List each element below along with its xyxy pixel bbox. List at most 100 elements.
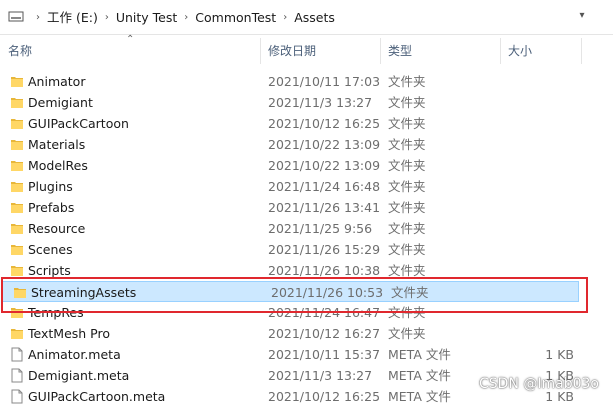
file-type: 文件夹 xyxy=(388,305,426,320)
file-date: 2021/11/26 15:29 xyxy=(268,242,381,257)
file-row[interactable]: Animator 2021/10/11 17:03 文件夹 xyxy=(0,71,580,92)
file-name[interactable]: Prefabs xyxy=(28,197,74,218)
breadcrumb-drive[interactable]: 工作 (E:) xyxy=(44,9,101,27)
file-date: 2021/11/25 9:56 xyxy=(268,221,373,236)
file-date: 2021/11/3 13:27 xyxy=(268,368,373,383)
file-type: 文件夹 xyxy=(388,74,426,89)
file-type: 文件夹 xyxy=(388,95,426,110)
breadcrumb: › 工作 (E:) › Unity Test › CommonTest › As… xyxy=(32,9,338,27)
file-type: META 文件 xyxy=(388,368,451,383)
chevron-right-icon[interactable]: › xyxy=(101,9,113,27)
file-row[interactable]: Materials 2021/10/22 13:09 文件夹 xyxy=(0,134,580,155)
file-type: 文件夹 xyxy=(391,285,429,300)
file-row[interactable]: Prefabs 2021/11/26 13:41 文件夹 xyxy=(0,197,580,218)
file-type: 文件夹 xyxy=(388,200,426,215)
column-divider[interactable] xyxy=(500,38,501,64)
column-type[interactable]: 类型 xyxy=(388,38,412,64)
folder-icon xyxy=(11,245,23,255)
folder-icon xyxy=(14,288,26,298)
file-name[interactable]: ModelRes xyxy=(28,155,88,176)
breadcrumb-assets[interactable]: Assets xyxy=(291,9,338,27)
chevron-right-icon[interactable]: › xyxy=(279,9,291,27)
file-row[interactable]: Animator.meta 2021/10/11 15:37 META 文件 1 KB xyxy=(0,344,580,365)
file-row[interactable]: Scenes 2021/11/26 15:29 文件夹 xyxy=(0,239,580,260)
file-date: 2021/10/12 16:27 xyxy=(268,326,381,341)
file-type: 文件夹 xyxy=(388,179,426,194)
file-date: 2021/11/24 16:47 xyxy=(268,305,381,320)
file-row[interactable]: GUIPackCartoon 2021/10/12 16:25 文件夹 xyxy=(0,113,580,134)
file-name[interactable]: Demigiant xyxy=(28,92,93,113)
file-size: 1 KB xyxy=(545,347,574,362)
file-row[interactable]: Demigiant 2021/11/3 13:27 文件夹 xyxy=(0,92,580,113)
file-name[interactable]: StreamingAssets xyxy=(31,282,136,303)
file-type: 文件夹 xyxy=(388,116,426,131)
file-row[interactable]: Resource 2021/11/25 9:56 文件夹 xyxy=(0,218,580,239)
file-row[interactable]: StreamingAssets 2021/11/26 10:53 文件夹 xyxy=(2,281,579,302)
column-divider[interactable] xyxy=(581,38,582,64)
file-date: 2021/11/26 10:53 xyxy=(271,285,384,300)
file-row[interactable]: Scripts 2021/11/26 10:38 文件夹 xyxy=(0,260,580,281)
file-date: 2021/11/26 10:38 xyxy=(268,263,381,278)
file-type: 文件夹 xyxy=(388,242,426,257)
file-row[interactable]: TempRes 2021/11/24 16:47 文件夹 xyxy=(0,302,580,323)
file-type: 文件夹 xyxy=(388,158,426,173)
file-name[interactable]: Materials xyxy=(28,134,85,155)
column-divider[interactable] xyxy=(260,38,261,64)
sort-up-icon: ⌃ xyxy=(126,34,135,45)
file-date: 2021/11/24 16:48 xyxy=(268,179,381,194)
file-name[interactable]: Demigiant.meta xyxy=(28,365,129,386)
watermark: CSDN @Imab03o xyxy=(479,376,599,392)
file-date: 2021/10/12 16:25 xyxy=(268,389,381,404)
file-type: META 文件 xyxy=(388,347,451,362)
address-bar[interactable]: › 工作 (E:) › Unity Test › CommonTest › As… xyxy=(0,0,613,35)
chevron-right-icon[interactable]: › xyxy=(32,9,44,27)
drive-icon xyxy=(8,11,24,22)
folder-icon xyxy=(11,266,23,276)
file-name[interactable]: GUIPackCartoon.meta xyxy=(28,386,165,407)
file-type: 文件夹 xyxy=(388,326,426,341)
file-date: 2021/11/3 13:27 xyxy=(268,95,373,110)
column-date[interactable]: 修改日期 xyxy=(268,38,316,64)
folder-icon xyxy=(11,224,23,234)
column-size[interactable]: 大小 xyxy=(508,38,532,64)
breadcrumb-unity-test[interactable]: Unity Test xyxy=(113,9,180,27)
file-date: 2021/10/11 15:37 xyxy=(268,347,381,362)
folder-icon xyxy=(11,161,23,171)
file-name[interactable]: GUIPackCartoon xyxy=(28,113,129,134)
file-name[interactable]: TempRes xyxy=(28,302,84,323)
file-date: 2021/10/22 13:09 xyxy=(268,158,381,173)
column-name[interactable]: 名称 xyxy=(8,38,32,64)
breadcrumb-commontest[interactable]: CommonTest xyxy=(192,9,279,27)
file-icon xyxy=(11,368,23,383)
folder-icon xyxy=(11,77,23,87)
file-row[interactable]: TextMesh Pro 2021/10/12 16:27 文件夹 xyxy=(0,323,580,344)
file-name[interactable]: Plugins xyxy=(28,176,73,197)
file-type: META 文件 xyxy=(388,389,451,404)
file-name[interactable]: Animator.meta xyxy=(28,344,121,365)
file-icon xyxy=(11,389,23,404)
file-name[interactable]: TextMesh Pro xyxy=(28,323,110,344)
file-row[interactable]: ModelRes 2021/10/22 13:09 文件夹 xyxy=(0,155,580,176)
folder-icon xyxy=(11,203,23,213)
file-date: 2021/10/22 13:09 xyxy=(268,137,381,152)
file-name[interactable]: Animator xyxy=(28,71,85,92)
file-date: 2021/10/11 17:03 xyxy=(268,74,381,89)
folder-icon xyxy=(11,329,23,339)
file-name[interactable]: Scenes xyxy=(28,239,73,260)
folder-icon xyxy=(11,140,23,150)
file-icon xyxy=(11,347,23,362)
file-type: 文件夹 xyxy=(388,221,426,236)
folder-icon xyxy=(11,119,23,129)
column-header: ⌃ 名称 修改日期 类型 大小 xyxy=(0,34,613,64)
file-name[interactable]: Scripts xyxy=(28,260,71,281)
folder-icon xyxy=(11,308,23,318)
file-type: 文件夹 xyxy=(388,137,426,152)
file-name[interactable]: Resource xyxy=(28,218,85,239)
column-divider[interactable] xyxy=(380,38,381,64)
chevron-right-icon[interactable]: › xyxy=(180,9,192,27)
folder-icon xyxy=(11,182,23,192)
file-row[interactable]: Plugins 2021/11/24 16:48 文件夹 xyxy=(0,176,580,197)
folder-icon xyxy=(11,98,23,108)
file-date: 2021/10/12 16:25 xyxy=(268,116,381,131)
chevron-down-icon[interactable]: ▾ xyxy=(575,9,589,23)
